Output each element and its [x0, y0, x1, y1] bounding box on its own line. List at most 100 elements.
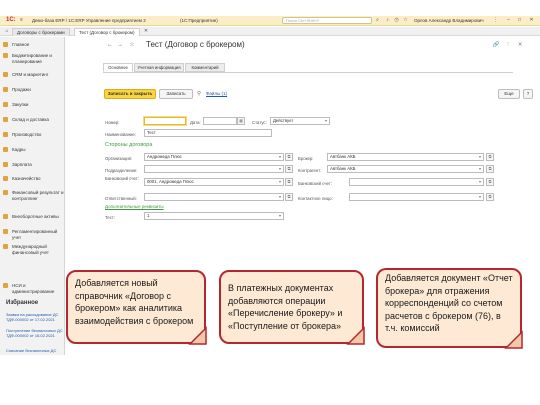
test-label: Тест: [105, 215, 116, 220]
callout-text: В платежных документах добавляются опера… [228, 283, 343, 331]
star-icon[interactable]: ☆ [402, 17, 409, 24]
favorite-link[interactable]: Поступление безналичных ДС ТДФ-000002 от… [6, 328, 64, 338]
name-label: Наименование: [105, 132, 136, 137]
calendar-icon[interactable]: ▦ [237, 117, 245, 125]
sidebar-item-label: Производство [12, 132, 42, 137]
contact-person-field[interactable]: ▾ [349, 193, 484, 201]
department-field[interactable]: ▾ [144, 165, 284, 173]
search-input[interactable]: Поиск Ctrl+Shift+F [282, 17, 372, 24]
chevron-down-icon: ▾ [324, 118, 327, 123]
save-button[interactable]: Записать [159, 89, 193, 99]
maximize-icon[interactable]: □ [516, 17, 523, 24]
open-icon[interactable]: ⧉ [285, 178, 293, 186]
counterparty-field[interactable]: Автбанк АКБ ▾ [327, 165, 484, 173]
callout-fold-corner [504, 330, 523, 349]
tab-accounting-info[interactable]: Учетная информация [134, 63, 184, 72]
sidebar-item-label: Закупки [12, 102, 29, 107]
organization-label: Организация: [105, 156, 133, 161]
name-field[interactable]: Тест [144, 129, 272, 137]
chevron-down-icon: ▾ [278, 154, 281, 159]
files-link[interactable]: Файлы (1) [206, 91, 227, 96]
open-icon[interactable]: ⧉ [285, 193, 293, 201]
close-icon[interactable]: ✕ [528, 17, 535, 24]
favorite-link[interactable]: Списание безналичных ДС [6, 348, 64, 353]
bookmark-star-icon[interactable]: ☆ [128, 42, 136, 49]
search-icon[interactable]: ⌕ [374, 17, 381, 24]
favorite-link[interactable]: Заявка на расходование ДС ТДФ-000002 от … [6, 312, 64, 322]
help-button[interactable]: ? [523, 89, 533, 99]
menu-icon[interactable]: ≡ [18, 17, 25, 24]
status-select[interactable]: Действует ▾ [270, 117, 330, 125]
department-label: Подразделение: [105, 168, 138, 173]
chevron-down-icon: ▾ [478, 194, 481, 199]
bell-icon[interactable]: ♪ [384, 17, 391, 24]
counterparty-label: Контрагент: [298, 168, 322, 173]
app-logo: 1С: [6, 17, 16, 23]
date-field[interactable] [203, 117, 237, 125]
chevron-down-icon: ▾ [478, 154, 481, 159]
sidebar-item-label: Склад и доставка [12, 117, 49, 122]
more-icon[interactable]: ⋮ [504, 41, 512, 49]
callout-payment-operations: В платежных документах добавляются опера… [219, 270, 364, 344]
responsible-label: Ответственный: [105, 196, 137, 201]
chevron-down-icon: ▾ [478, 179, 481, 184]
tab-broker-contracts[interactable]: Договоры с брокерами [12, 28, 70, 36]
sidebar-ifrs-icon [3, 244, 8, 249]
responsible-field[interactable]: ▾ [144, 193, 284, 201]
broker-field[interactable]: Автбанк АКБ ▾ [327, 153, 484, 161]
page-title: Тест (Договор с брокером) [146, 40, 245, 49]
sidebar-hr-icon [3, 147, 8, 152]
sidebar-financial-result-icon [3, 190, 8, 195]
open-icon[interactable]: ⧉ [486, 193, 494, 201]
bank-account-field[interactable]: 0001, Андромеда Плюс ▾ [144, 178, 284, 186]
section-extra-attributes: Дополнительные реквизиты [105, 204, 164, 209]
open-icon[interactable]: ⧉ [486, 178, 494, 186]
paperclip-icon[interactable]: ⚲ [195, 90, 203, 98]
chevron-down-icon: ▾ [278, 166, 281, 171]
open-icon[interactable]: ⧉ [285, 165, 293, 173]
number-label: Номер: [105, 120, 120, 125]
open-icon[interactable]: ⧉ [486, 153, 494, 161]
tab-test-contract[interactable]: Тест (Договор с брокером) [74, 28, 140, 36]
link-icon[interactable]: 🔗 [492, 41, 500, 49]
status-label: Статус: [252, 120, 267, 125]
sidebar-item-label: Казначейство [12, 176, 41, 181]
save-and-close-button[interactable]: Записать и закрыть [104, 89, 156, 99]
broker-bank-account-label: Банковский счет: [298, 181, 332, 186]
user-name[interactable]: Орлов Александр Владимирович [414, 18, 484, 23]
open-icon[interactable]: ⧉ [486, 165, 494, 173]
settings-icon[interactable]: ⋮ [492, 17, 499, 24]
sidebar: Главное Бюджетирование и планирование CR… [0, 37, 65, 355]
callout-text: Добавляется новый справочник «Договор с … [75, 278, 194, 326]
sidebar-purchases-icon [3, 102, 8, 107]
sidebar-main-icon [3, 42, 8, 47]
status-value: Действует [273, 118, 294, 123]
sidebar-budgeting-icon [3, 53, 8, 58]
close-tab-icon[interactable]: ✕ [142, 28, 150, 35]
forward-arrow-icon[interactable]: → [116, 42, 124, 49]
tab-main[interactable]: Основное [103, 63, 133, 72]
minimize-icon[interactable]: – [505, 17, 512, 24]
sidebar-item-label: Финансовый результат и контроллинг [12, 190, 64, 201]
contact-person-label: Контактное лицо: [298, 196, 333, 201]
number-field[interactable] [144, 117, 186, 125]
history-icon[interactable]: ◷ [393, 17, 400, 24]
test-field[interactable]: 1 ▾ [144, 212, 284, 220]
tab-comment[interactable]: Комментарий [185, 63, 225, 72]
home-icon[interactable]: ⌂ [3, 28, 11, 35]
open-icon[interactable]: ⧉ [285, 153, 293, 161]
counterparty-value: Автбанк АКБ [330, 166, 356, 171]
broker-bank-account-field[interactable]: ▾ [349, 178, 484, 186]
broker-label: Брокер: [298, 156, 314, 161]
callout-text: Добавляется документ «Отчет брокера» для… [385, 273, 513, 334]
platform-label: (1С:Предприятие) [180, 18, 218, 23]
sidebar-item-label: Главное [12, 42, 30, 47]
chevron-down-icon: ▾ [478, 166, 481, 171]
close-form-icon[interactable]: ✕ [516, 41, 524, 49]
callout-fold-corner [188, 326, 207, 345]
back-arrow-icon[interactable]: ← [106, 42, 114, 49]
organization-field[interactable]: Андромеда Плюс ▾ [144, 153, 284, 161]
section-contract-parties: Стороны договора [105, 142, 153, 148]
callout-fold-corner [346, 326, 365, 345]
more-actions-button[interactable]: Еще [498, 89, 520, 99]
